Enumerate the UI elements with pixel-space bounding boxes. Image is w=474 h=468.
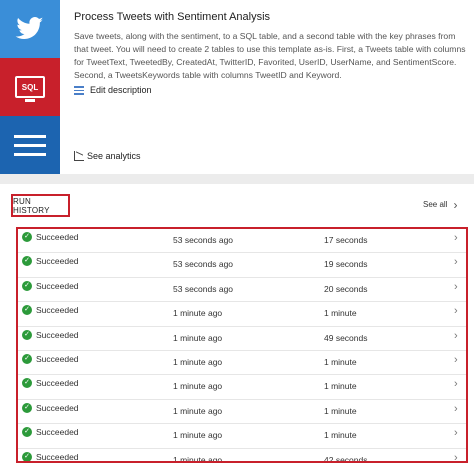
success-check-icon: ✓ — [22, 256, 32, 267]
success-check-icon: ✓ — [22, 353, 32, 364]
table-row[interactable]: ✓ Succeeded 1 minute ago 1 minute › — [18, 351, 466, 376]
run-duration: 42 seconds — [324, 454, 368, 463]
list-lines-icon — [14, 129, 46, 162]
run-duration: 1 minute — [324, 356, 357, 367]
run-duration: 20 seconds — [324, 283, 368, 294]
success-check-icon: ✓ — [22, 232, 32, 242]
see-analytics-link[interactable]: See analytics — [74, 151, 141, 161]
chevron-right-icon: › — [454, 378, 458, 391]
chart-icon — [74, 151, 84, 161]
run-start-time: 1 minute ago — [173, 430, 223, 441]
chevron-right-icon: › — [454, 280, 458, 293]
success-check-icon: ✓ — [22, 329, 32, 340]
run-status: Succeeded — [36, 402, 79, 413]
run-start-time: 1 minute ago — [173, 454, 223, 463]
chevron-right-icon: › — [454, 329, 458, 342]
run-status: Succeeded — [36, 451, 79, 462]
table-row[interactable]: ✓ Succeeded 53 seconds ago 17 seconds › — [18, 229, 466, 254]
chevron-right-icon: › — [454, 305, 458, 318]
table-row[interactable]: ✓ Succeeded 1 minute ago 1 minute › — [18, 400, 466, 425]
sql-label: SQL — [21, 82, 39, 92]
run-status: Succeeded — [36, 256, 79, 267]
template-description: Save tweets, along with the sentiment, t… — [74, 31, 466, 80]
run-status: Succeeded — [36, 280, 79, 291]
run-status: Succeeded — [36, 378, 79, 389]
table-row[interactable]: ✓ Succeeded 53 seconds ago 20 seconds › — [18, 278, 466, 303]
see-all-label: See all — [423, 200, 448, 209]
see-analytics-label: See analytics — [87, 151, 141, 161]
table-row[interactable]: ✓ Succeeded 53 seconds ago 19 seconds › — [18, 253, 466, 278]
chevron-right-icon: › — [454, 256, 458, 269]
chevron-right-icon: › — [454, 427, 458, 440]
run-start-time: 1 minute ago — [173, 405, 223, 416]
table-row[interactable]: ✓ Succeeded 1 minute ago 49 seconds › — [18, 327, 466, 351]
success-check-icon: ✓ — [22, 280, 32, 291]
template-title: Process Tweets with Sentiment Analysis — [74, 11, 271, 23]
run-duration: 1 minute — [324, 430, 357, 441]
run-duration: 1 minute — [324, 308, 357, 319]
edit-description-link[interactable]: Edit description — [74, 84, 152, 97]
run-start-time: 53 seconds ago — [173, 259, 234, 270]
run-duration: 1 minute — [324, 405, 357, 416]
sql-tile: SQL — [0, 58, 60, 116]
run-start-time: 1 minute ago — [173, 332, 223, 343]
table-row[interactable]: ✓ Succeeded 1 minute ago 1 minute › — [18, 424, 466, 449]
sql-monitor-icon: SQL — [15, 76, 45, 102]
chevron-right-icon: › — [454, 402, 458, 415]
see-all-link[interactable]: See all › — [423, 197, 458, 212]
section-divider — [0, 174, 474, 184]
twitter-bird-icon — [15, 17, 44, 39]
run-start-time: 53 seconds ago — [173, 235, 234, 245]
run-history-heading: RUN HISTORY — [11, 194, 70, 217]
run-history-list: ✓ Succeeded 53 seconds ago 17 seconds › ✓ Succ… — [16, 227, 468, 463]
chevron-right-icon: › — [454, 451, 458, 463]
success-check-icon: ✓ — [22, 402, 32, 413]
success-check-icon: ✓ — [22, 305, 32, 316]
run-duration: 17 seconds — [324, 235, 368, 245]
run-status: Succeeded — [36, 427, 79, 438]
run-status: Succeeded — [36, 232, 79, 242]
run-status: Succeeded — [36, 305, 79, 316]
success-check-icon: ✓ — [22, 451, 32, 461]
edit-description-label: Edit description — [90, 85, 152, 96]
twitter-tile — [0, 0, 60, 58]
run-start-time: 53 seconds ago — [173, 283, 234, 294]
menu-tile — [0, 116, 60, 174]
run-status: Succeeded — [36, 353, 79, 364]
success-check-icon: ✓ — [22, 427, 32, 438]
success-check-icon: ✓ — [22, 378, 32, 389]
table-row[interactable]: ✓ Succeeded 1 minute ago 42 seconds › — [18, 449, 466, 463]
table-row[interactable]: ✓ Succeeded 1 minute ago 1 minute › — [18, 302, 466, 327]
run-duration: 49 seconds — [324, 332, 368, 343]
table-row[interactable]: ✓ Succeeded 1 minute ago 1 minute › — [18, 375, 466, 400]
run-start-time: 1 minute ago — [173, 381, 223, 392]
run-start-time: 1 minute ago — [173, 308, 223, 319]
chevron-right-icon: › — [453, 197, 458, 212]
chevron-right-icon: › — [454, 232, 458, 244]
run-start-time: 1 minute ago — [173, 356, 223, 367]
edit-lines-icon — [74, 84, 84, 97]
chevron-right-icon: › — [454, 353, 458, 366]
run-status: Succeeded — [36, 329, 79, 340]
template-card: SQL Process Tweets with Sentiment Analys… — [0, 0, 474, 178]
run-duration: 1 minute — [324, 381, 357, 392]
run-duration: 19 seconds — [324, 259, 368, 270]
